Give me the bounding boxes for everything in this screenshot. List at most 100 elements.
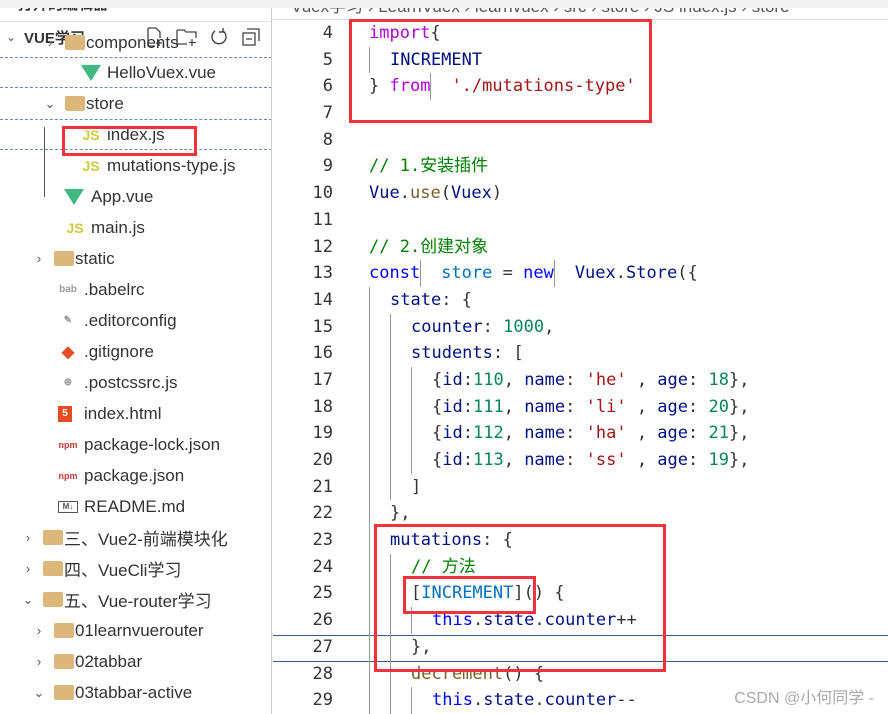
code-line[interactable]: 4 import{ [273,20,888,47]
breadcrumb[interactable]: Vuex学习 › LearnVuex › learnvuex › src › s… [273,8,888,20]
indent-guide [430,73,451,101]
tree-item[interactable]: › 01learnvuerouter [0,615,271,646]
code-token: { [432,450,443,470]
code-line[interactable]: 25 [INCREMENT]() { [273,580,888,608]
code-line[interactable]: 22}, [273,500,888,528]
tree-item[interactable]: › static [0,243,271,274]
code-token: 111 [472,396,504,417]
code-token: 1000 [503,316,545,337]
code-token: . [399,183,410,204]
open-editors-header[interactable]: 打开的编辑器 [0,8,271,22]
code-line[interactable]: 6} from './mutations-type' [273,73,888,101]
code-token: , [626,450,658,470]
code-token: name [524,423,566,444]
code-token: }, [728,450,750,470]
indent-guide [411,366,432,394]
indent-guide [390,313,411,341]
code-token: , [626,423,658,444]
tree-item[interactable]: › 02tabbar [0,646,271,677]
line-number: 27 [312,636,333,657]
chevron-down-icon[interactable]: ⌄ [32,685,46,701]
code-line[interactable]: 20 {id:113, name: 'ss' , age: 19}, [273,447,888,474]
code-token: name [524,450,566,470]
tree-item[interactable]: JS index.js [0,119,271,150]
tree-item[interactable]: ⌄ 03tabbar-active [0,677,271,708]
tree-item[interactable]: bab .babelrc [0,274,271,305]
chevron-right-icon[interactable]: › [32,251,46,266]
tree-item[interactable]: npm package-lock.json [0,429,271,460]
chevron-right-icon[interactable]: › [32,654,46,669]
indent-guide [411,607,432,634]
code-token: -- [616,690,637,711]
code-line[interactable]: 19 {id:112, name: 'ha' , age: 21}, [273,420,888,447]
indent-guide [369,286,390,314]
code-line[interactable]: 16 students: [ [273,340,888,367]
code-line[interactable]: 5 INCREMENT [273,46,888,74]
chevron-right-icon[interactable]: › [43,35,57,50]
tree-item[interactable]: ✎ .editorconfig [0,305,271,336]
code-line[interactable]: 26 this.state.counter++ [273,607,888,634]
indent [369,420,432,447]
code-line[interactable]: 12 // 2.创建对象 [273,234,888,261]
code-line[interactable]: 9 // 1.安装插件 [273,153,888,180]
code-line[interactable]: 23 mutations: { [273,527,888,554]
git-file-icon: ◆ [61,343,75,361]
tree-item[interactable]: ◆ .gitignore [0,336,271,367]
code-token: import [369,23,431,43]
chevron-right-icon[interactable]: › [32,623,46,638]
code-line[interactable]: 18 {id:111, name: 'li' , age: 20}, [273,393,888,421]
code-editor[interactable]: Vuex学习 › LearnVuex › learnvuex › src › s… [273,8,888,714]
folder-file-icon [54,622,74,640]
tree-item[interactable]: › 三、Vue2-前端模块化 [0,522,271,553]
code-lines[interactable]: 4 import{5 INCREMENT 6} from './mutations-ty… [273,20,888,714]
code-token: state [390,289,442,310]
code-line[interactable]: 24 // 方法 [273,553,888,581]
code-line[interactable]: 21] [273,473,888,501]
code-line[interactable]: 11 [273,207,888,234]
code-token: 21 [708,423,729,444]
tree-item-label: main.js [91,217,145,237]
tree-item[interactable]: › components [0,27,271,58]
chevron-down-icon[interactable]: ⌄ [43,96,57,112]
code-token: new [523,263,554,284]
tree-item[interactable]: M↓ README.md [0,491,271,522]
indent [369,607,432,634]
code-token: ] [513,583,524,604]
code-line[interactable]: 8 [273,127,888,154]
tree-item[interactable]: ⌄ 五、Vue-router学习 [0,584,271,615]
tree-item[interactable]: ⊛ .postcssrc.js [0,367,271,398]
editorconfig-file-icon: ✎ [63,315,73,326]
tree-item[interactable]: 5 index.html [0,398,271,429]
tree-item-label: 五、Vue-router学习 [64,592,212,611]
code-token: 'ha' [585,423,627,444]
indent-guide [369,660,390,688]
code-token: , [503,450,525,470]
code-line[interactable]: 10 Vue.use(Vuex) [273,180,888,207]
chevron-right-icon[interactable]: › [21,561,35,576]
tree-item[interactable]: JS mutations-type.js [0,150,271,181]
chevron-down-icon[interactable]: ⌄ [21,592,35,608]
line-number: 10 [312,183,333,204]
tree-item[interactable]: App.vue [0,181,271,212]
code-line[interactable]: 15 counter: 1000, [273,313,888,341]
tree-item[interactable]: npm package.json [0,460,271,491]
folder-file-icon [43,591,63,609]
indent-guide [411,420,432,447]
code-token: : [565,450,586,470]
code-token: 'he' [585,369,627,390]
code-line[interactable]: 13 const store = new Vuex.Store({ [273,260,888,287]
tree-item[interactable]: JS main.js [0,212,271,243]
tree-item[interactable]: ⌄ store [0,88,271,119]
tree-item[interactable]: HelloVuex.vue [0,57,271,88]
tree-item-label: mutations-type.js [107,155,236,175]
code-token: age [657,396,689,417]
code-line[interactable]: 17 {id:110, name: 'he' , age: 18}, [273,366,888,394]
code-line[interactable]: 7 [273,100,888,127]
code-line[interactable]: 27}, [273,633,888,661]
code-line[interactable]: 14 state: { [273,286,888,314]
code-token: INCREMENT [390,49,483,70]
tree-item[interactable]: › 四、VueCli学习 [0,553,271,584]
code-token: // 方法 [411,556,476,577]
chevron-right-icon[interactable]: › [21,530,35,545]
code-token: store [441,263,493,284]
